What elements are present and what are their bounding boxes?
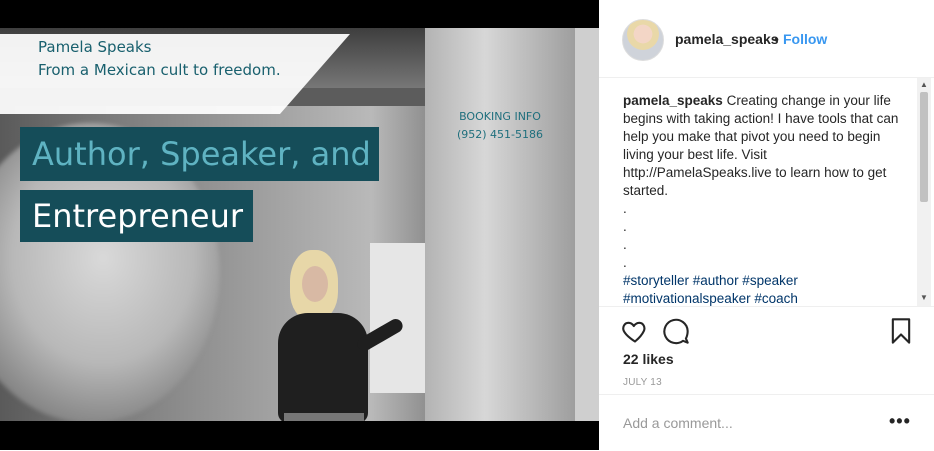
- follow-button[interactable]: Follow: [783, 31, 827, 47]
- window: [370, 243, 430, 393]
- column: [425, 28, 575, 421]
- caption: pamela_speaks Creating change in your li…: [623, 92, 903, 306]
- caption-dot: .: [623, 201, 627, 216]
- header-username[interactable]: pamela_speaks: [675, 31, 779, 47]
- speaker-jeans: [284, 413, 364, 421]
- caption-text: Creating change in your life begins with…: [623, 93, 899, 198]
- comment-input[interactable]: Add a comment...: [623, 415, 733, 431]
- bookmark-icon[interactable]: [887, 317, 915, 345]
- booking-phone: (952) 451-5186: [456, 128, 544, 141]
- post-date: JULY 13: [623, 377, 662, 388]
- banner-line-2: Entrepreneur: [20, 190, 254, 242]
- post-actions: 22 likes JULY 13: [599, 306, 934, 395]
- booking-label: BOOKING INFO: [459, 110, 541, 123]
- heart-icon[interactable]: [621, 317, 649, 345]
- avatar[interactable]: [622, 19, 664, 61]
- banner-line-1: Author, Speaker, and: [20, 127, 379, 181]
- overlay-subtitle: From a Mexican cult to freedom.: [38, 61, 281, 79]
- post-header: pamela_speaks • Follow: [599, 0, 934, 78]
- comments-scrollbar[interactable]: ▲ ▼: [917, 78, 931, 306]
- hashtags-line-1[interactable]: #storyteller #author #speaker: [623, 272, 903, 290]
- column-edge: [575, 28, 599, 421]
- header-separator: •: [774, 31, 779, 47]
- speaker-face: [302, 266, 328, 302]
- booking-info: BOOKING INFO (952) 451-5186: [440, 108, 560, 144]
- likes-count[interactable]: 22 likes: [623, 351, 674, 367]
- add-comment-bar: Add a comment... •••: [599, 394, 934, 451]
- comments-area: pamela_speaks Creating change in your li…: [599, 78, 934, 306]
- caption-dot: .: [623, 219, 627, 234]
- caption-dot: .: [623, 237, 627, 252]
- hashtags-line-2[interactable]: #motivationalspeaker #coach: [623, 290, 903, 306]
- overlay-title: Pamela Speaks: [38, 38, 152, 56]
- caption-username[interactable]: pamela_speaks: [623, 93, 723, 108]
- caption-dot: .: [623, 255, 627, 270]
- speech-bubble-icon[interactable]: [662, 317, 690, 345]
- more-options-icon[interactable]: •••: [889, 411, 911, 432]
- scroll-up-icon[interactable]: ▲: [917, 80, 931, 90]
- scroll-thumb[interactable]: [920, 92, 928, 202]
- speaker-body: [278, 313, 368, 421]
- scroll-down-icon[interactable]: ▼: [917, 293, 931, 303]
- post-sidebar: pamela_speaks • Follow pamela_speaks Cre…: [599, 0, 934, 450]
- post-media[interactable]: Pamela Speaks From a Mexican cult to fre…: [0, 0, 599, 450]
